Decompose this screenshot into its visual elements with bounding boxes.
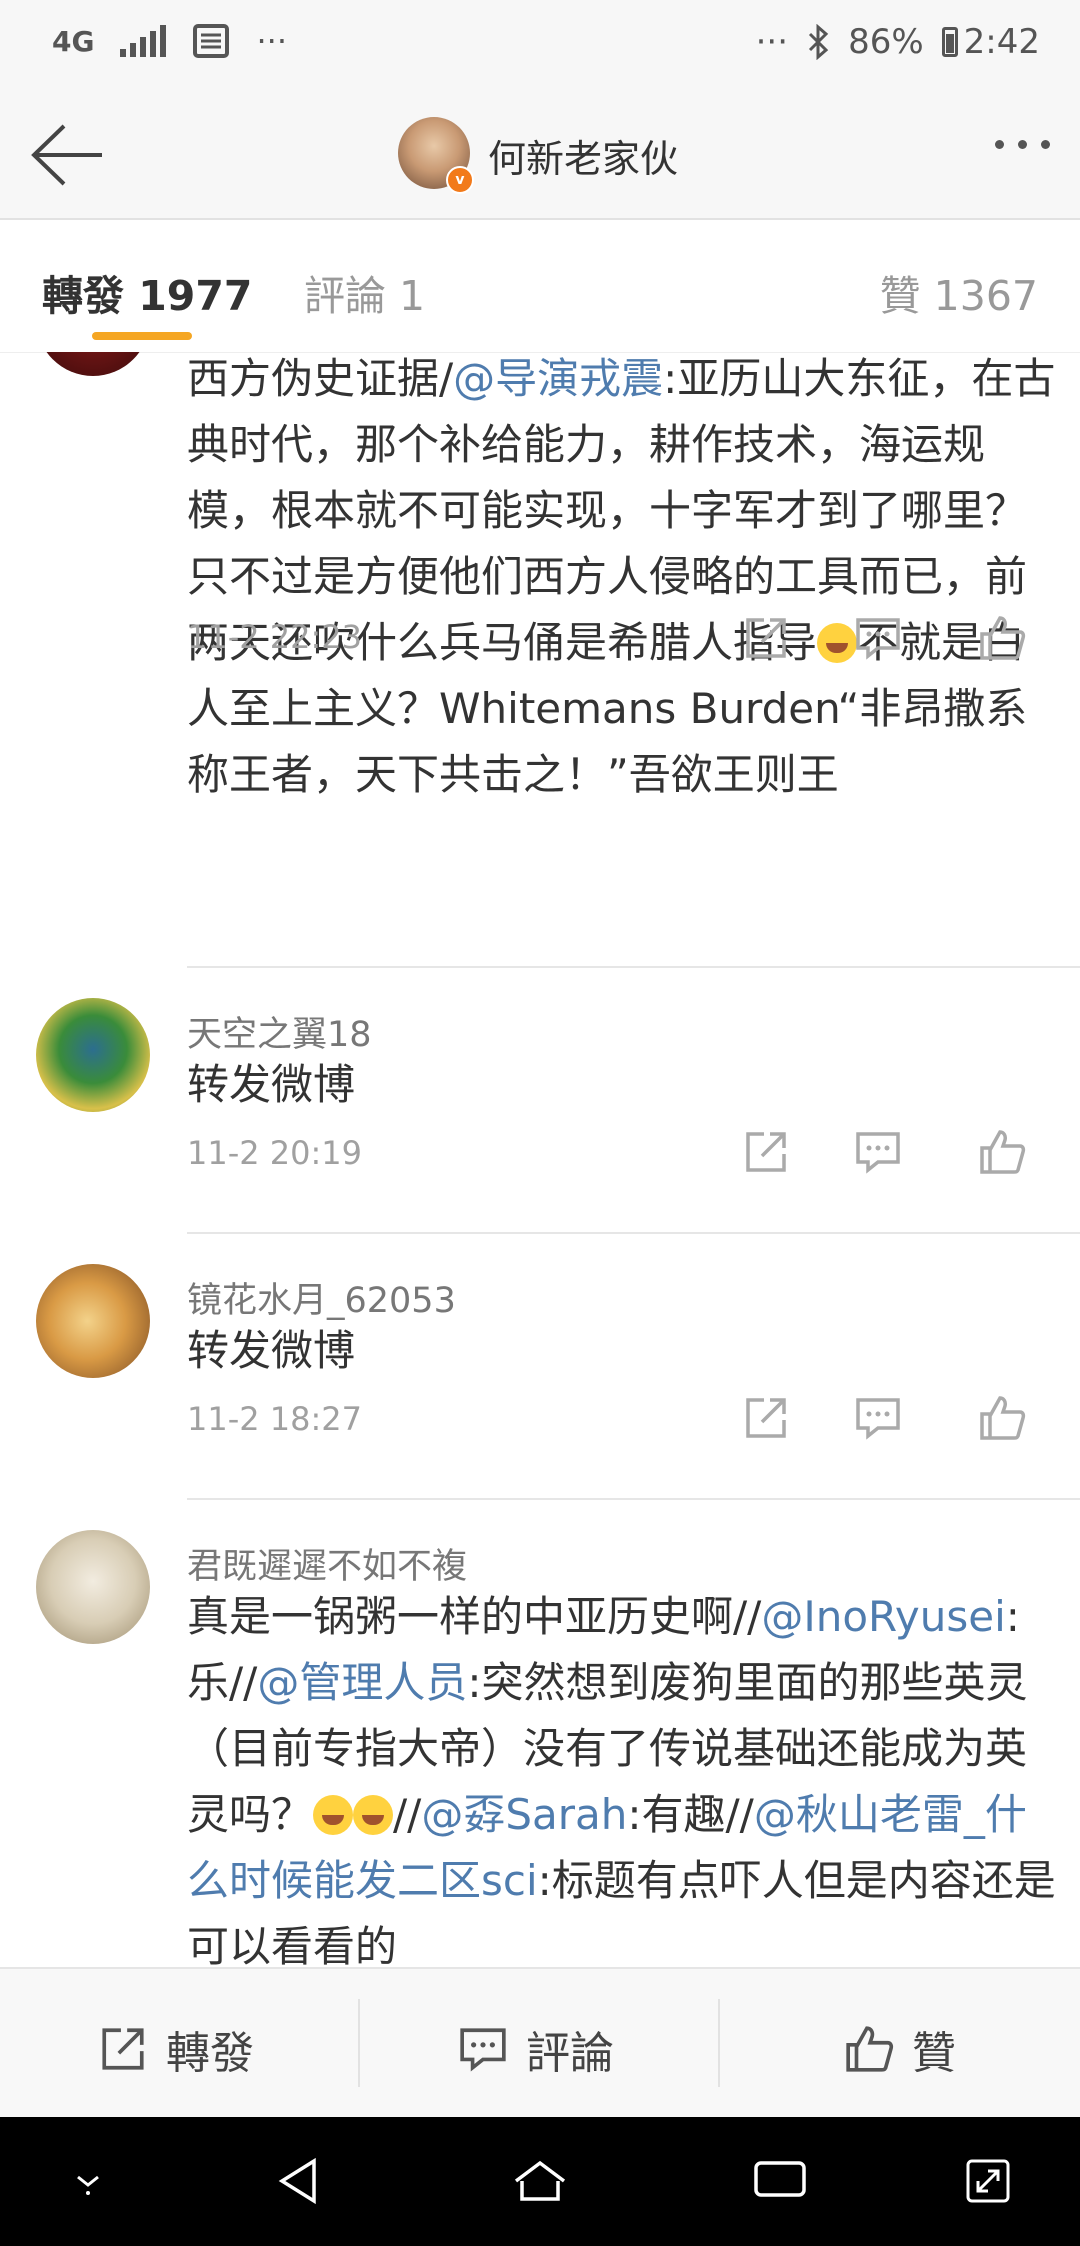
avatar[interactable] xyxy=(36,1264,150,1378)
comment-icon xyxy=(460,2028,506,2072)
divider xyxy=(187,966,1080,968)
repost-button[interactable]: 轉發 xyxy=(98,2017,254,2081)
comment-text: 西方伪史证据/@导演戎震:亚历山大东征，在古典时代，那个补给能力，耕作技术，海运… xyxy=(187,352,1057,808)
laugh-cry-emoji-icon xyxy=(353,1795,394,1835)
comment-button[interactable]: 評論 xyxy=(458,2017,614,2081)
clock: 2:42 xyxy=(963,22,1040,62)
mention-link[interactable]: @导演戎震 xyxy=(453,354,663,403)
comment-icon[interactable] xyxy=(854,1394,902,1442)
back-triangle-icon[interactable] xyxy=(274,2155,326,2207)
hide-keyboard-icon[interactable] xyxy=(64,2155,112,2203)
status-overflow: ··· xyxy=(755,22,789,62)
avatar[interactable] xyxy=(36,352,150,376)
notification-overflow: ··· xyxy=(256,22,287,60)
user-name[interactable]: 镜花水月_62053 xyxy=(187,1272,456,1323)
recent-apps-icon[interactable] xyxy=(752,2155,808,2203)
user-name[interactable]: 君既遲遲不如不複 xyxy=(187,1538,467,1589)
repost-button-label: 轉發 xyxy=(166,2028,254,2079)
repost-icon xyxy=(102,2028,144,2070)
home-icon[interactable] xyxy=(510,2155,570,2207)
user-name[interactable]: 天空之翼18 xyxy=(187,1006,372,1057)
like-icon xyxy=(846,2026,894,2072)
laugh-cry-emoji-icon xyxy=(817,623,858,663)
comment-text: 转发微博 xyxy=(187,1326,356,1375)
tab-indicator xyxy=(92,332,192,340)
tab-bar: 轉發 1977 評論 1 贊 1367 xyxy=(0,220,1080,353)
back-arrow-icon[interactable] xyxy=(30,120,110,190)
avatar[interactable] xyxy=(36,1530,150,1644)
divider xyxy=(187,1232,1080,1234)
repost-icon[interactable] xyxy=(742,614,790,662)
comment-text-part: 西方伪史证据/ xyxy=(187,354,454,403)
rotate-screen-icon[interactable] xyxy=(962,2155,1014,2207)
timestamp: 11-2 22:23 xyxy=(187,618,363,656)
comment-text-part: // xyxy=(393,1790,422,1839)
header: v 何新老家伙 xyxy=(0,90,1080,220)
divider xyxy=(187,1498,1080,1500)
bluetooth-icon xyxy=(809,24,829,60)
like-icon[interactable] xyxy=(978,1128,1026,1176)
like-icon[interactable] xyxy=(978,1394,1026,1442)
divider xyxy=(718,1999,720,2087)
comment-text-part: 真是一锅粥一样的中亚历史啊// xyxy=(187,1592,762,1641)
tab-repost[interactable]: 轉發 1977 xyxy=(42,262,252,322)
like-icon[interactable] xyxy=(978,614,1026,662)
page-title[interactable]: 何新老家伙 xyxy=(488,128,678,183)
status-bar: 4G ··· ··· 86% 2:42 xyxy=(0,0,1080,90)
comment-icon[interactable] xyxy=(854,614,902,662)
battery-percent: 86% xyxy=(848,22,924,62)
repost-list: 西方伪史证据/@导演戎震:亚历山大东征，在古典时代，那个补给能力，耕作技术，海运… xyxy=(0,352,1080,1967)
repost-icon[interactable] xyxy=(742,1394,790,1442)
laugh-cry-emoji-icon xyxy=(313,1795,354,1835)
verified-badge-icon: v xyxy=(446,166,474,194)
timestamp: 11-2 20:19 xyxy=(187,1134,363,1172)
divider xyxy=(358,1999,360,2087)
tab-comment[interactable]: 評論 1 xyxy=(304,262,425,322)
avatar[interactable] xyxy=(36,998,150,1112)
network-type: 4G xyxy=(52,24,95,58)
tab-like[interactable]: 贊 1367 xyxy=(880,262,1038,322)
comment-icon[interactable] xyxy=(854,1128,902,1176)
mention-link[interactable]: @InoRyusei xyxy=(761,1592,1005,1641)
battery-icon xyxy=(941,27,958,57)
repost-icon[interactable] xyxy=(742,1128,790,1176)
action-bar: 轉發 評論 贊 xyxy=(0,1967,1080,2117)
comment-text: 真是一锅粥一样的中亚历史啊//@InoRyusei:乐//@管理人员:突然想到废… xyxy=(187,1584,1057,1967)
system-nav-bar xyxy=(0,2117,1080,2246)
timestamp: 11-2 18:27 xyxy=(187,1400,363,1438)
news-icon xyxy=(193,24,230,58)
mention-link[interactable]: @管理人员 xyxy=(257,1658,467,1707)
signal-icon xyxy=(120,25,167,57)
like-button-label: 贊 xyxy=(912,2028,956,2079)
mention-link[interactable]: @孬Sarah xyxy=(421,1790,627,1839)
comment-text-part: :有趣// xyxy=(627,1790,754,1839)
comment-button-label: 評論 xyxy=(526,2028,614,2079)
like-button[interactable]: 贊 xyxy=(844,2017,956,2081)
comment-text: 转发微博 xyxy=(187,1060,356,1109)
more-options-icon[interactable] xyxy=(995,140,1050,149)
